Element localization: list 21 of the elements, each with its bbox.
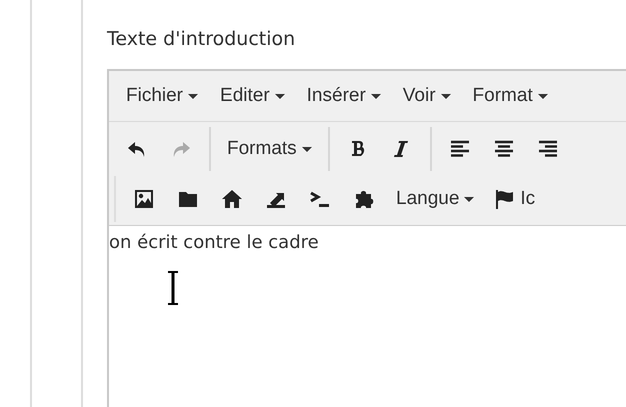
menu-item[interactable]: Insérer [298, 81, 394, 111]
caret-icon [302, 146, 312, 152]
editor-text: on écrit contre le cadre [109, 232, 320, 253]
puzzle-icon [353, 188, 375, 210]
caret-icon [370, 94, 381, 98]
text-cursor-icon [167, 271, 179, 305]
caret-icon [440, 94, 451, 98]
caret-icon [464, 196, 474, 202]
icon-button[interactable]: Ic [484, 182, 546, 216]
caret-icon [274, 94, 285, 98]
house-icon [221, 188, 243, 210]
menu-item[interactable]: Format [464, 81, 561, 111]
menu-item[interactable]: Voir [394, 81, 464, 111]
caret-icon [188, 94, 198, 98]
menu-item[interactable]: Editer [211, 81, 298, 111]
menu-item[interactable]: Fichier [117, 81, 212, 111]
dropdown-button[interactable]: Formats [217, 132, 322, 166]
caret-icon [538, 94, 548, 98]
image-icon [133, 188, 155, 210]
field-label: Texte d'introduction [107, 27, 296, 52]
dropdown-button[interactable]: Langue [386, 182, 484, 216]
